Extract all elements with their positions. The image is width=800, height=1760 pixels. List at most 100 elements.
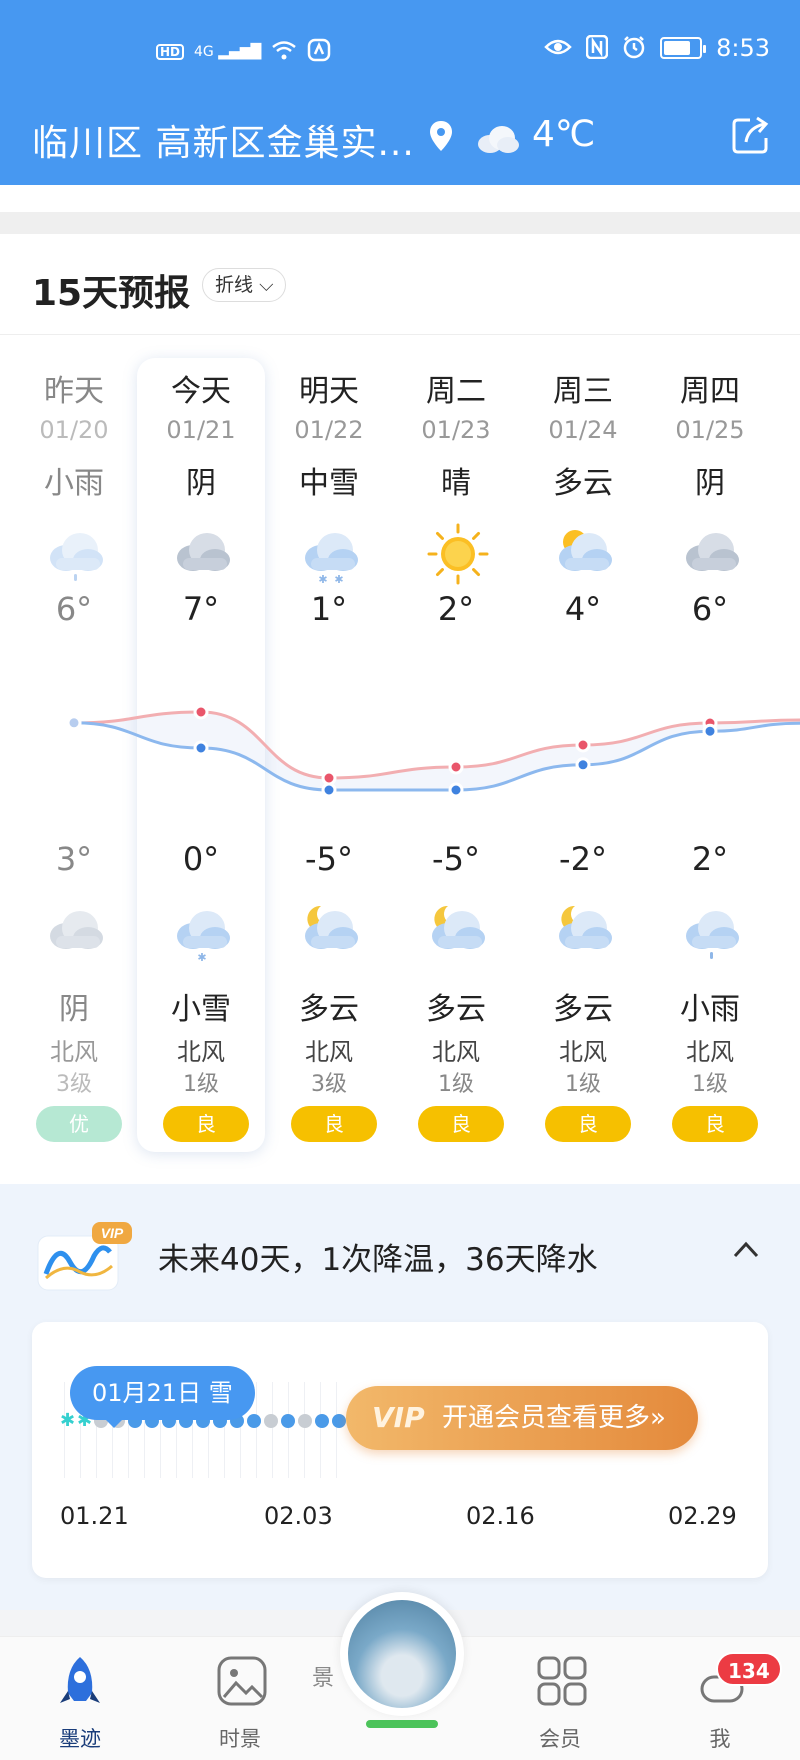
light-rain-icon [680,900,744,964]
rocket-icon [60,1657,100,1703]
forty-day-panel: VIP 未来40天，1次降温，36天降水 ✱ ✱ 01月21日 雪 VIP 开通会… [0,1184,800,1610]
day-label: 周三 [553,374,613,409]
signal-4g-icon: 4G ▂▄▆█ [194,43,262,60]
vip-badge: VIP [101,1225,124,1241]
collapse-caret-icon[interactable] [732,1240,760,1260]
date-tooltip: 01月21日 雪 [70,1366,255,1428]
wind-direction: 北风 [559,1038,607,1066]
svg-text:✱: ✱ [334,573,343,586]
low-temp: -5° [305,840,353,878]
vip-tag: VIP [372,1401,425,1434]
open-vip-label: 开通会员查看更多» [442,1403,666,1433]
chart-mode-dropdown[interactable]: 折线 ⌵ [202,268,287,302]
night-condition: 多云 [553,992,613,1027]
day-condition: 多云 [553,466,613,501]
night-condition: 小雪 [171,992,231,1027]
date-label: 01/20 [39,416,109,444]
day-condition: 中雪 [299,466,359,501]
wind-direction: 北风 [50,1038,98,1066]
forecast-card: 15天预报 折线 ⌵ 昨天 01/20 小雨 6° 3° 阴北风 3级优 今天 01/21 阴 7°… [0,234,800,1184]
wind-level: 1级 [438,1072,474,1097]
night-condition: 阴 [59,992,89,1027]
battery-fill [664,41,691,55]
high-temp: 4° [564,590,602,628]
rain-day-dot [247,1414,261,1428]
nav-label: 我 [709,1727,731,1751]
day-label: 周四 [680,374,740,409]
dry-day-dot [298,1414,312,1428]
moderate-snow-icon: ✱ ✱ [299,522,363,586]
location-pin-icon[interactable] [428,120,454,152]
x-axis-label: 01.21 [60,1502,129,1530]
status-time: 8:53 [716,34,770,62]
wind-direction: 北风 [305,1038,353,1066]
nav-label: 时景 [219,1727,261,1751]
status-bar: HD 4G ▂▄▆█ 8:53 [0,0,800,100]
light-rain-icon [44,522,108,586]
wifi-icon [271,39,297,64]
chevron-down-icon: ⌵ [259,274,274,296]
center-indicator [366,1720,438,1728]
aqi-badge: 良 [163,1106,249,1142]
wind-level: 3级 [56,1072,92,1097]
wind-level: 1级 [565,1072,601,1097]
nfc-icon [585,34,609,62]
high-temp-point [321,770,337,786]
high-temp-point [575,737,591,753]
date-label: 01/25 [675,416,745,444]
date-label: 01/24 [548,416,618,444]
low-temp-point [66,715,82,731]
partly-cloudy-day-icon [553,522,617,586]
share-icon[interactable] [730,114,772,156]
wind-direction: 北风 [177,1038,225,1066]
eye-icon [544,37,572,60]
date-label: 01/22 [294,416,364,444]
low-temp-point [575,757,591,773]
low-temp: 3° [55,840,93,878]
high-temp: 6° [691,590,729,628]
aqi-badge: 良 [672,1106,758,1142]
low-temp-point [702,723,718,739]
vpn-icon [307,38,331,65]
wind-level: 3级 [311,1072,347,1097]
chart-mode-label: 折线 [215,274,254,296]
wind-level: 1级 [692,1072,728,1097]
header-shadow-band [0,185,800,212]
high-temp: 7° [182,590,220,628]
location-label[interactable]: 临川区 高新区金巢实... [32,114,415,166]
overcast-icon [44,900,108,964]
nav-label: 会员 [539,1727,581,1751]
scenery-thumbnail [348,1600,456,1708]
wind-direction: 北风 [432,1038,480,1066]
status-left-icons: HD 4G ▂▄▆█ [156,38,331,65]
day-condition: 阴 [186,466,216,501]
sunny-icon [426,522,490,586]
forty-day-summary[interactable]: 未来40天，1次降温，36天降水 [158,1234,598,1279]
partly-cloudy-night-icon [299,900,363,964]
open-vip-button[interactable]: VIP 开通会员查看更多» [346,1386,698,1450]
forty-day-chart: ✱ ✱ 01月21日 雪 VIP 开通会员查看更多» 01.21 02.03 02… [32,1322,768,1578]
partial-nav-label: 景 [312,1666,335,1691]
low-temp-point [321,782,337,798]
dry-day-dot [264,1414,278,1428]
alarm-icon [622,35,646,62]
wind-level: 1级 [183,1072,219,1097]
svg-text:✱: ✱ [197,951,206,964]
light-snow-icon: ✱ [171,900,235,964]
low-temp: 0° [182,840,220,878]
forecast-title: 15天预报 [32,273,191,314]
high-temp: 1° [310,590,348,628]
snow-day-dot: ✱ [60,1410,76,1431]
app-header: 临川区 高新区金巢实... 4℃ [0,100,800,185]
aqi-badge: 良 [291,1106,377,1142]
high-temp-point [66,715,82,731]
rain-day-dot [315,1414,329,1428]
center-scenery-button[interactable] [340,1592,464,1716]
trend-vip-icon[interactable]: VIP [34,1222,132,1292]
high-temp: 2° [437,590,475,628]
rain-day-dot [281,1414,295,1428]
cloudy-icon [478,126,519,153]
x-axis-label: 02.29 [668,1502,737,1530]
day-label: 周二 [426,374,486,409]
night-condition: 多云 [299,992,359,1027]
